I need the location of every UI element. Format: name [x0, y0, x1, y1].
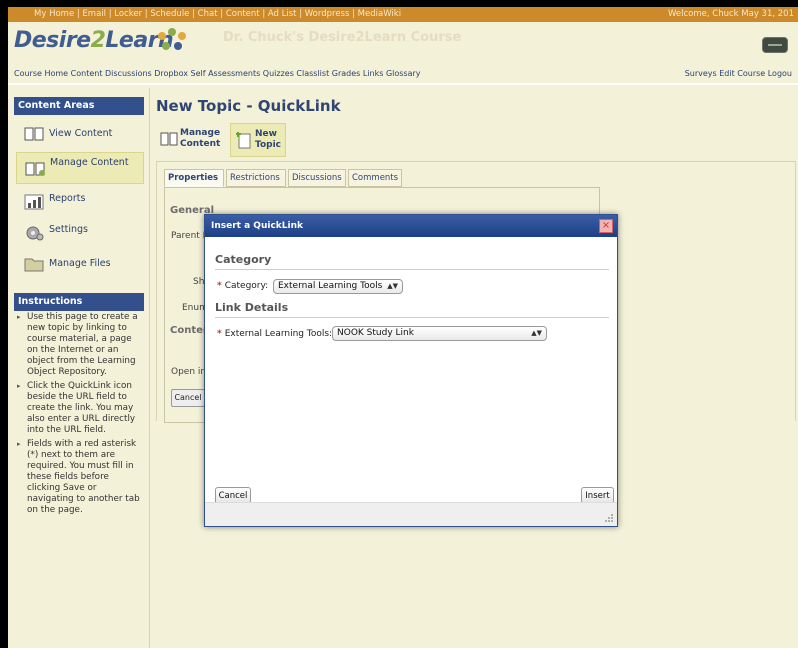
link-details-heading: Link Details — [215, 301, 609, 318]
external-tools-label: * External Learning Tools: — [217, 329, 333, 339]
background-cancel-button[interactable]: Cancel — [171, 389, 205, 407]
instruction-item: Use this page to create a new topic by l… — [14, 312, 144, 378]
logo-dots-icon — [158, 28, 190, 56]
manage-book-icon — [160, 132, 178, 146]
insert-quicklink-dialog: Insert a QuickLink × Category * Category:… — [204, 214, 618, 527]
sidebar-item-reports[interactable]: Reports — [16, 189, 144, 215]
tab-comments[interactable]: Comments — [348, 169, 402, 187]
book-icon — [24, 127, 44, 141]
category-heading: Category — [215, 253, 609, 270]
top-nav-links[interactable]: My Home | Email | Locker | Schedule | Ch… — [34, 7, 401, 22]
dialog-footer — [205, 502, 617, 526]
d2l-logo[interactable]: Desire2Learn — [14, 28, 174, 53]
content-areas-heading: Content Areas — [14, 97, 144, 115]
gear-icon — [26, 226, 44, 241]
instructions-heading: Instructions — [14, 293, 144, 311]
category-label: * Category: — [217, 281, 269, 291]
instruction-item: Click the QuickLink icon beside the URL … — [14, 381, 144, 436]
sidebar-item-manage-files[interactable]: Manage Files — [16, 251, 144, 277]
course-title: Dr. Chuck's Desire2Learn Course — [223, 30, 462, 45]
new-topic-button[interactable]: New Topic — [230, 123, 286, 157]
category-select[interactable]: External Learning Tools ▲▼ — [273, 279, 403, 294]
select-arrows-icon: ▲▼ — [387, 282, 398, 290]
welcome-text: Welcome, Chuck May 31, 201 — [667, 9, 794, 19]
dialog-title: Insert a QuickLink — [205, 215, 617, 237]
new-topic-icon — [236, 132, 251, 149]
browser-page: My Home | Email | Locker | Schedule | Ch… — [8, 7, 798, 648]
page-title: New Topic - QuickLink — [156, 97, 341, 115]
instructions-panel: Use this page to create a new topic by l… — [14, 312, 144, 519]
manage-content-button[interactable]: Manage Content — [156, 123, 226, 157]
sidebar-item-manage-content[interactable]: Manage Content — [16, 152, 144, 184]
folder-icon — [24, 258, 44, 272]
select-arrows-icon: ▲▼ — [531, 329, 542, 337]
tab-restrictions[interactable]: Restrictions — [226, 169, 286, 187]
course-header: Desire2Learn Dr. Chuck's Desire2Learn Co… — [8, 22, 798, 85]
tab-discussions[interactable]: Discussions — [288, 169, 346, 187]
open-in-label: Open in — [171, 367, 207, 377]
sidebar-item-settings[interactable]: Settings — [16, 220, 144, 246]
minibar-icon[interactable] — [762, 37, 788, 53]
close-icon[interactable]: × — [599, 219, 613, 233]
instruction-item: Fields with a red asterisk (*) next to t… — [14, 439, 144, 516]
course-navbar[interactable]: Course Home Content Discussions Dropbox … — [14, 69, 421, 78]
resize-grip-icon[interactable] — [604, 513, 614, 523]
external-tools-select[interactable]: NOOK Study Link ▲▼ — [332, 326, 547, 341]
chart-icon — [24, 194, 44, 210]
top-bar: My Home | Email | Locker | Schedule | Ch… — [8, 7, 798, 22]
manage-book-icon — [25, 162, 45, 176]
tab-properties[interactable]: Properties — [164, 169, 224, 187]
left-sidebar: Content Areas View Content Manage Conten… — [8, 88, 150, 648]
course-navbar-right[interactable]: Surveys Edit Course Logou — [685, 69, 792, 78]
sidebar-item-view-content[interactable]: View Content — [16, 121, 144, 147]
